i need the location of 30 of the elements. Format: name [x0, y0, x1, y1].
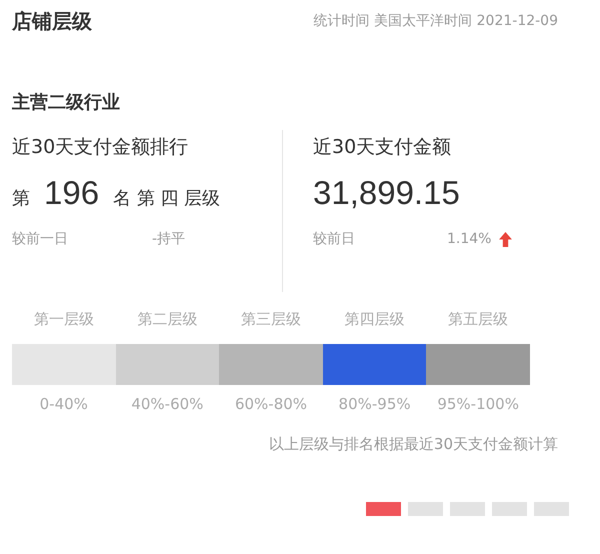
tier-label: 第四层级: [344, 310, 405, 330]
tier-range: 80%-95%: [338, 395, 411, 413]
pager-indicator[interactable]: [534, 502, 569, 516]
metric-label: 近30天支付金额: [313, 135, 452, 160]
compare-label: 较前一日: [12, 230, 68, 248]
rank-number: 196: [44, 174, 100, 212]
compare-value: -持平: [152, 230, 186, 248]
rank-suffix: 名 第 四 层级: [113, 187, 220, 210]
pager-indicator[interactable]: [492, 502, 527, 516]
tier-label: 第二层级: [137, 310, 198, 330]
pager-indicator[interactable]: [450, 502, 485, 516]
tier-range: 60%-80%: [234, 395, 308, 413]
amount-value: 31,899.15: [313, 174, 460, 212]
tier-label: 第五层级: [448, 310, 508, 330]
arrow-up-icon: [499, 232, 512, 246]
footnote: 以上层级与排名根据最近30天支付金额计算: [268, 435, 558, 454]
tier-range: 0-40%: [40, 395, 88, 413]
stat-time: 统计时间 美国太平洋时间 2021-12-09: [314, 12, 558, 30]
metric-label: 近30天支付金额排行: [12, 135, 190, 160]
tier-range: 40%-60%: [131, 395, 204, 413]
tier-range: 95%-100%: [437, 395, 519, 413]
section-title: 主营二级行业: [12, 91, 121, 115]
compare-value: 1.14%: [447, 231, 492, 247]
rank-prefix: 第: [12, 187, 30, 210]
pager-indicator[interactable]: [366, 502, 401, 516]
tier-label: 第三层级: [240, 310, 301, 330]
tier-label: 第一层级: [34, 310, 94, 330]
compare-label: 较前日: [313, 230, 355, 248]
card-title: 店铺层级: [12, 8, 92, 34]
pager-indicator[interactable]: [408, 502, 443, 516]
